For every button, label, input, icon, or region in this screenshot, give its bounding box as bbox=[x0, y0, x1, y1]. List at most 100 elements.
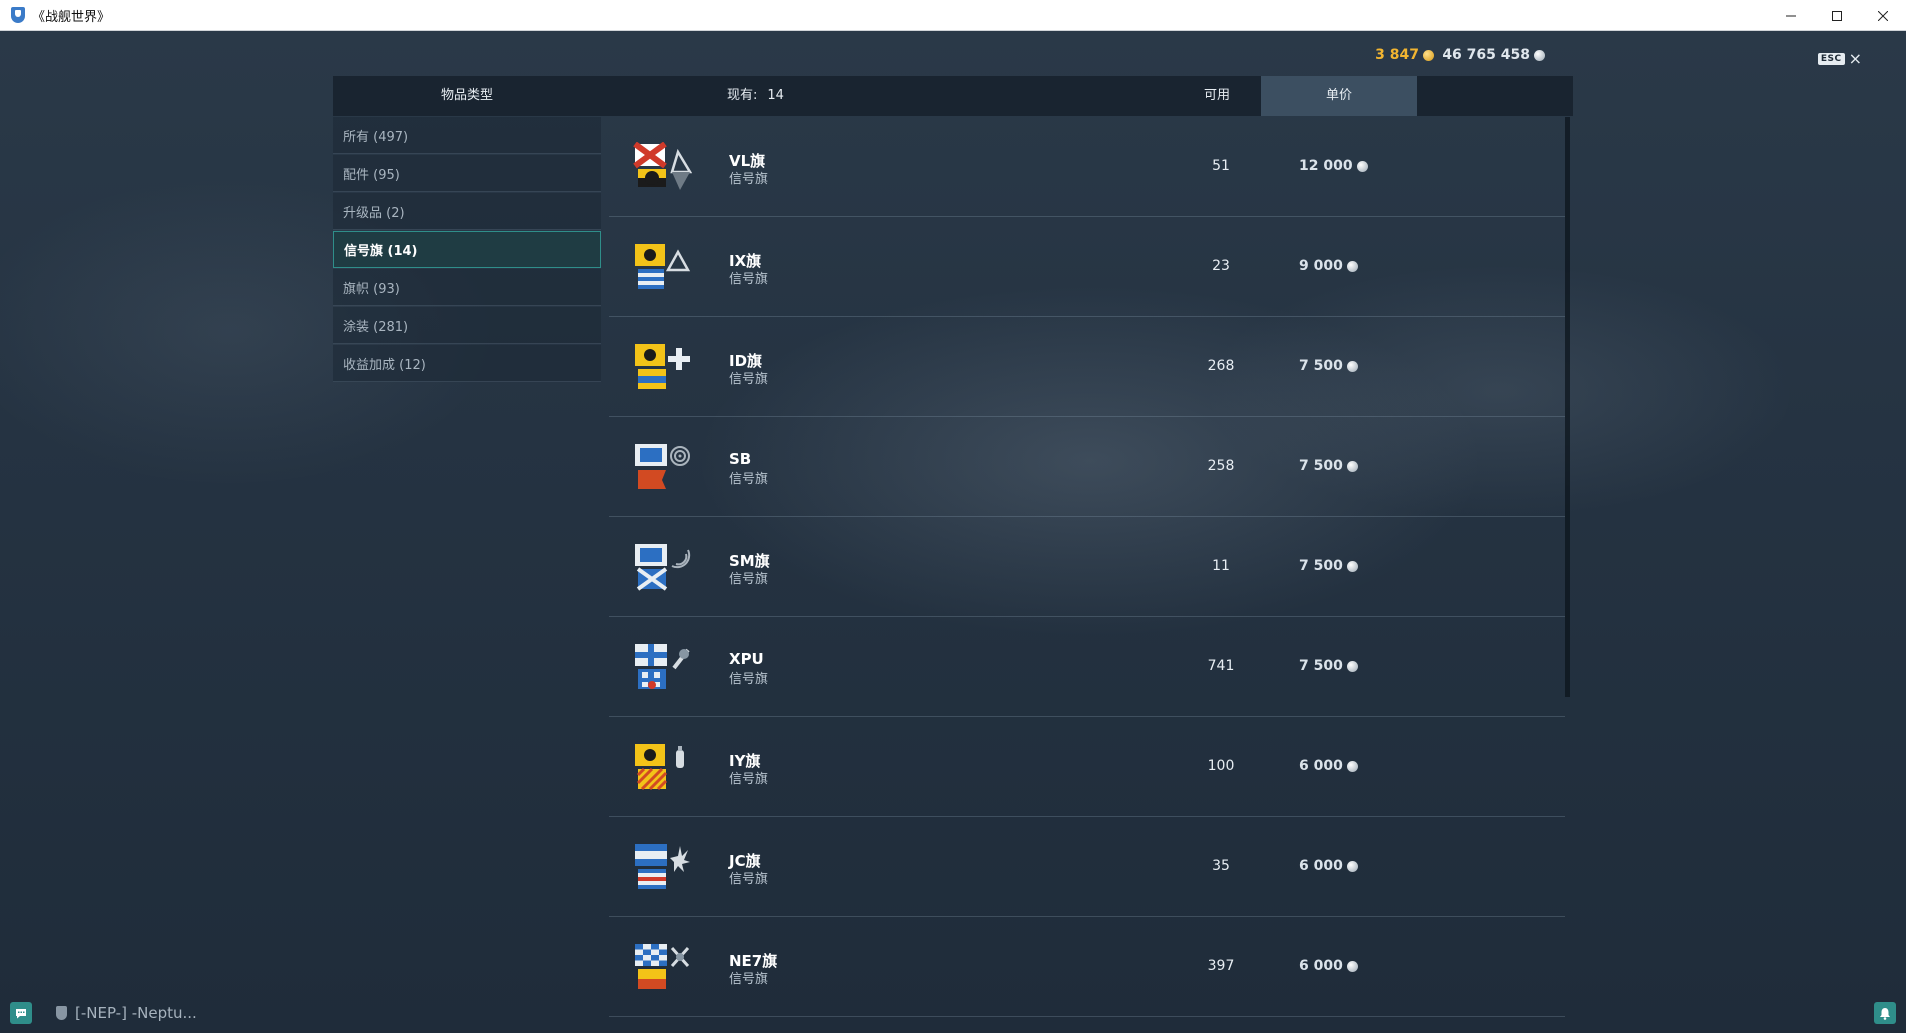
item-type: 信号旗 bbox=[729, 172, 769, 187]
item-type: 信号旗 bbox=[729, 772, 769, 787]
item-price-value: 6 000 bbox=[1299, 858, 1343, 874]
price-column-header[interactable]: 单价 bbox=[1261, 76, 1417, 116]
item-available: 258 bbox=[1207, 458, 1235, 474]
list-item[interactable]: SM旗 信号旗 11 7 500 bbox=[609, 517, 1565, 617]
item-name: XPU bbox=[729, 650, 764, 668]
minimize-icon bbox=[1786, 15, 1796, 16]
window-titlebar: 《战舰世界》 bbox=[0, 0, 1906, 31]
category-economic-bonuses[interactable]: 收益加成 (12) bbox=[333, 345, 601, 382]
esc-close-button[interactable]: ESC × bbox=[1817, 51, 1862, 67]
flag-ne7-icon bbox=[635, 944, 690, 989]
owned-count-label: 现有: bbox=[727, 88, 758, 103]
category-sidebar: 所有 (497) 配件 (95) 升级品 (2) 信号旗 (14) 旗帜 (93… bbox=[333, 117, 601, 383]
bell-icon bbox=[1880, 1007, 1890, 1020]
credit-coin-icon bbox=[1346, 660, 1358, 672]
category-all[interactable]: 所有 (497) bbox=[333, 117, 601, 154]
item-price-value: 9 000 bbox=[1299, 258, 1343, 274]
chat-icon bbox=[16, 1008, 26, 1018]
credits-value: 46 765 458 bbox=[1442, 47, 1530, 63]
credit-coin-icon bbox=[1346, 360, 1358, 372]
clan-text: [-NEP-] -Neptu... bbox=[75, 1004, 197, 1022]
item-type: 信号旗 bbox=[729, 672, 769, 687]
item-list: VL旗 信号旗 51 12 000 IX旗 信号旗 23 9 000 ID旗 信… bbox=[609, 117, 1565, 1017]
item-available: 741 bbox=[1207, 658, 1235, 674]
item-price: 12 000 bbox=[1299, 158, 1368, 174]
flag-xpu-icon bbox=[635, 644, 690, 689]
item-available: 11 bbox=[1212, 558, 1230, 574]
category-signals[interactable]: 信号旗 (14) bbox=[333, 231, 601, 268]
doubloon-coin-icon bbox=[1423, 49, 1434, 61]
item-price: 7 500 bbox=[1299, 358, 1358, 374]
item-price: 7 500 bbox=[1299, 558, 1358, 574]
credit-coin-icon bbox=[1534, 49, 1545, 61]
owned-count-header: 现有: 14 bbox=[727, 76, 784, 116]
item-type-header: 物品类型 bbox=[440, 88, 493, 103]
doubloons-balance: 3 847 bbox=[1375, 47, 1434, 63]
credit-coin-icon bbox=[1346, 260, 1358, 272]
flag-iy-icon bbox=[635, 744, 684, 791]
credit-coin-icon bbox=[1346, 860, 1358, 872]
list-header: 物品类型 现有: 14 可用 单价 bbox=[333, 76, 1573, 116]
item-type: 信号旗 bbox=[729, 972, 769, 987]
flag-sb-icon bbox=[635, 444, 690, 489]
list-item[interactable]: XPU 信号旗 741 7 500 bbox=[609, 617, 1565, 717]
item-available: 51 bbox=[1212, 158, 1230, 174]
credit-coin-icon bbox=[1346, 960, 1358, 972]
list-item[interactable]: IX旗 信号旗 23 9 000 bbox=[609, 217, 1565, 317]
credit-coin-icon bbox=[1346, 760, 1358, 772]
item-price-value: 7 500 bbox=[1299, 358, 1343, 374]
app-shield-icon bbox=[11, 7, 25, 23]
maximize-button[interactable] bbox=[1814, 0, 1860, 31]
doubloons-value: 3 847 bbox=[1375, 47, 1419, 63]
item-available: 397 bbox=[1207, 958, 1235, 974]
item-available: 100 bbox=[1207, 758, 1235, 774]
item-price-value: 12 000 bbox=[1299, 158, 1353, 174]
category-modules[interactable]: 配件 (95) bbox=[333, 155, 601, 192]
category-camouflage[interactable]: 涂装 (281) bbox=[333, 307, 601, 344]
item-type: 信号旗 bbox=[729, 372, 769, 387]
list-item[interactable]: SB 信号旗 258 7 500 bbox=[609, 417, 1565, 517]
available-column-header[interactable]: 可用 bbox=[1171, 76, 1263, 116]
item-price-value: 6 000 bbox=[1299, 758, 1343, 774]
credit-coin-icon bbox=[1346, 460, 1358, 472]
item-available: 35 bbox=[1212, 858, 1230, 874]
flag-id-icon bbox=[635, 344, 690, 389]
flag-jc-icon bbox=[635, 844, 690, 889]
item-available: 268 bbox=[1207, 358, 1235, 374]
owned-count-value: 14 bbox=[767, 88, 784, 103]
list-item[interactable]: JC旗 信号旗 35 6 000 bbox=[609, 817, 1565, 917]
category-flags[interactable]: 旗帜 (93) bbox=[333, 269, 601, 306]
flag-sm-icon bbox=[635, 544, 691, 591]
item-type: 信号旗 bbox=[729, 872, 769, 887]
item-price-value: 6 000 bbox=[1299, 958, 1343, 974]
flag-ix-icon bbox=[635, 244, 691, 289]
list-item[interactable]: IY旗 信号旗 100 6 000 bbox=[609, 717, 1565, 817]
item-price: 9 000 bbox=[1299, 258, 1358, 274]
item-price-value: 7 500 bbox=[1299, 458, 1343, 474]
minimize-button[interactable] bbox=[1768, 0, 1814, 31]
item-price: 6 000 bbox=[1299, 858, 1358, 874]
close-icon bbox=[1878, 10, 1888, 21]
esc-key-label: ESC bbox=[1817, 53, 1845, 65]
list-item[interactable]: ID旗 信号旗 268 7 500 bbox=[609, 317, 1565, 417]
list-item[interactable]: NE7旗 信号旗 397 6 000 bbox=[609, 917, 1565, 1017]
window-controls bbox=[1768, 0, 1906, 31]
item-price: 6 000 bbox=[1299, 758, 1358, 774]
credit-coin-icon bbox=[1356, 160, 1368, 172]
clan-shield-icon bbox=[56, 1006, 67, 1020]
category-upgrades[interactable]: 升级品 (2) bbox=[333, 193, 601, 230]
item-type: 信号旗 bbox=[729, 272, 769, 287]
close-window-button[interactable] bbox=[1860, 0, 1906, 31]
item-name: SB bbox=[729, 450, 752, 468]
list-scrollbar[interactable] bbox=[1565, 117, 1570, 697]
chat-button[interactable] bbox=[10, 1002, 32, 1024]
notifications-button[interactable] bbox=[1874, 1002, 1896, 1024]
flag-vl-icon bbox=[633, 142, 692, 190]
list-item[interactable]: VL旗 信号旗 51 12 000 bbox=[609, 117, 1565, 217]
item-price: 7 500 bbox=[1299, 458, 1358, 474]
item-price-value: 7 500 bbox=[1299, 558, 1343, 574]
window-title: 《战舰世界》 bbox=[32, 9, 111, 25]
item-price: 7 500 bbox=[1299, 658, 1358, 674]
credits-balance: 46 765 458 bbox=[1442, 47, 1545, 63]
clan-tag[interactable]: [-NEP-] -Neptu... bbox=[56, 1004, 197, 1022]
